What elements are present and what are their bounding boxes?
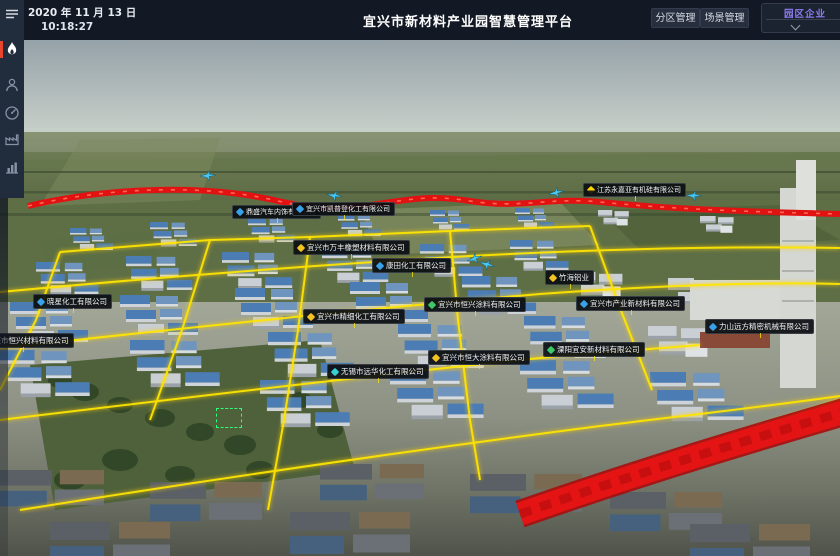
enterprise-label[interactable]: 宜兴市恒大涂料有限公司	[428, 350, 530, 365]
aircraft-icon	[200, 170, 216, 182]
enterprise-label[interactable]: 竹海铝业	[545, 270, 594, 285]
enterprise-marker-icon	[331, 367, 339, 375]
bar-chart-icon[interactable]	[4, 159, 20, 175]
person-icon[interactable]	[4, 77, 20, 93]
enterprise-dropdown[interactable]: 园区企业	[761, 3, 840, 33]
sidebar-edge-shadow	[0, 198, 8, 556]
enterprise-marker-icon	[428, 300, 436, 308]
enterprise-label[interactable]: 宜兴市恒兴涂料有限公司	[424, 297, 526, 312]
page-title: 宜兴市新材料产业园智慧管理平台	[363, 11, 573, 30]
map-selection-cursor	[216, 408, 242, 428]
enterprise-dropdown-value: 园区企业	[762, 4, 840, 20]
enterprise-label-text: 宜兴市精细化工有限公司	[317, 311, 400, 322]
enterprise-marker-icon	[296, 205, 304, 213]
aircraft-icon	[685, 189, 702, 203]
gauge-icon[interactable]	[4, 105, 20, 121]
zone-management-button[interactable]: 分区管理	[651, 8, 700, 28]
chevron-down-icon	[791, 21, 801, 31]
factory-icon[interactable]	[4, 131, 20, 147]
enterprise-label[interactable]: 江苏永嘉亚有机硅有限公司	[583, 183, 686, 197]
enterprise-marker-icon	[307, 312, 315, 320]
divider	[766, 19, 840, 20]
enterprise-marker-icon	[376, 261, 384, 269]
left-sidebar	[0, 0, 24, 198]
enterprise-label[interactable]: 宜兴市精细化工有限公司	[303, 309, 405, 324]
enterprise-label-text: 竹海铝业	[559, 272, 589, 283]
enterprise-marker-icon	[37, 297, 45, 305]
aircraft-icon	[548, 186, 566, 200]
app-window: 鼎盛汽车内饰有限公司 宜兴市凯普登化工有限公司 宜兴市万丰橡塑材料有限公司 康田…	[0, 0, 840, 556]
enterprise-label-text: 无锡市远华化工有限公司	[341, 366, 424, 377]
enterprise-label-text: 宜兴市恒兴涂料有限公司	[438, 299, 521, 310]
enterprise-label[interactable]: 宜兴市万丰橡塑材料有限公司	[293, 240, 410, 255]
enterprise-label-text: 宜兴市恒大涂料有限公司	[442, 352, 525, 363]
aircraft-marker[interactable]	[200, 167, 216, 179]
enterprise-marker-icon	[297, 243, 305, 251]
enterprise-label[interactable]: 宜兴市凯普登化工有限公司	[292, 202, 395, 216]
aircraft-marker[interactable]	[685, 186, 702, 200]
aircraft-marker[interactable]	[326, 185, 344, 200]
enterprise-label-text: 宜兴市凯普登化工有限公司	[306, 204, 390, 214]
enterprise-label[interactable]: 宜兴市恒兴材料有限公司	[0, 333, 74, 348]
flame-icon[interactable]	[4, 41, 20, 57]
enterprise-label-text: 晓星化工有限公司	[47, 296, 107, 307]
enterprise-marker-icon	[432, 353, 440, 361]
enterprise-label-text: 宜兴市恒兴材料有限公司	[0, 335, 69, 346]
current-time: 10:18:27	[41, 21, 93, 33]
enterprise-label-text: 溧阳宜安新材料有限公司	[557, 344, 640, 355]
enterprise-marker-icon	[549, 273, 557, 281]
active-indicator	[0, 41, 3, 58]
enterprise-label-text: 宜兴市产业新材料有限公司	[590, 298, 680, 309]
top-bar: 2020 年 11 月 13 日 10:18:27 宜兴市新材料产业园智慧管理平…	[24, 0, 840, 40]
scene-management-button[interactable]: 场景管理	[700, 8, 749, 28]
enterprise-marker-icon	[587, 186, 595, 194]
enterprise-label-text: 力山远方精密机械有限公司	[719, 321, 809, 332]
enterprise-label[interactable]: 无锡市远华化工有限公司	[327, 364, 429, 379]
current-date: 2020 年 11 月 13 日	[28, 5, 136, 20]
enterprise-label-text: 康田化工有限公司	[386, 260, 446, 271]
enterprise-label[interactable]: 力山远方精密机械有限公司	[705, 319, 814, 334]
enterprise-label-text: 宜兴市万丰橡塑材料有限公司	[307, 242, 405, 253]
aircraft-marker[interactable]	[547, 183, 565, 197]
enterprise-label[interactable]: 溧阳宜安新材料有限公司	[543, 342, 645, 357]
enterprise-label-text: 江苏永嘉亚有机硅有限公司	[597, 185, 681, 195]
map-canvas[interactable]: 鼎盛汽车内饰有限公司 宜兴市凯普登化工有限公司 宜兴市万丰橡塑材料有限公司 康田…	[0, 40, 840, 556]
enterprise-marker-icon	[547, 345, 555, 353]
enterprise-marker-icon	[709, 322, 717, 330]
enterprise-marker-icon	[236, 208, 244, 216]
enterprise-marker-icon	[580, 299, 588, 307]
enterprise-label[interactable]: 晓星化工有限公司	[33, 294, 112, 309]
terrain-render	[0, 40, 840, 556]
hamburger-icon[interactable]	[4, 6, 20, 22]
enterprise-label[interactable]: 宜兴市产业新材料有限公司	[576, 296, 685, 311]
enterprise-label[interactable]: 康田化工有限公司	[372, 258, 451, 273]
sky	[0, 40, 840, 136]
